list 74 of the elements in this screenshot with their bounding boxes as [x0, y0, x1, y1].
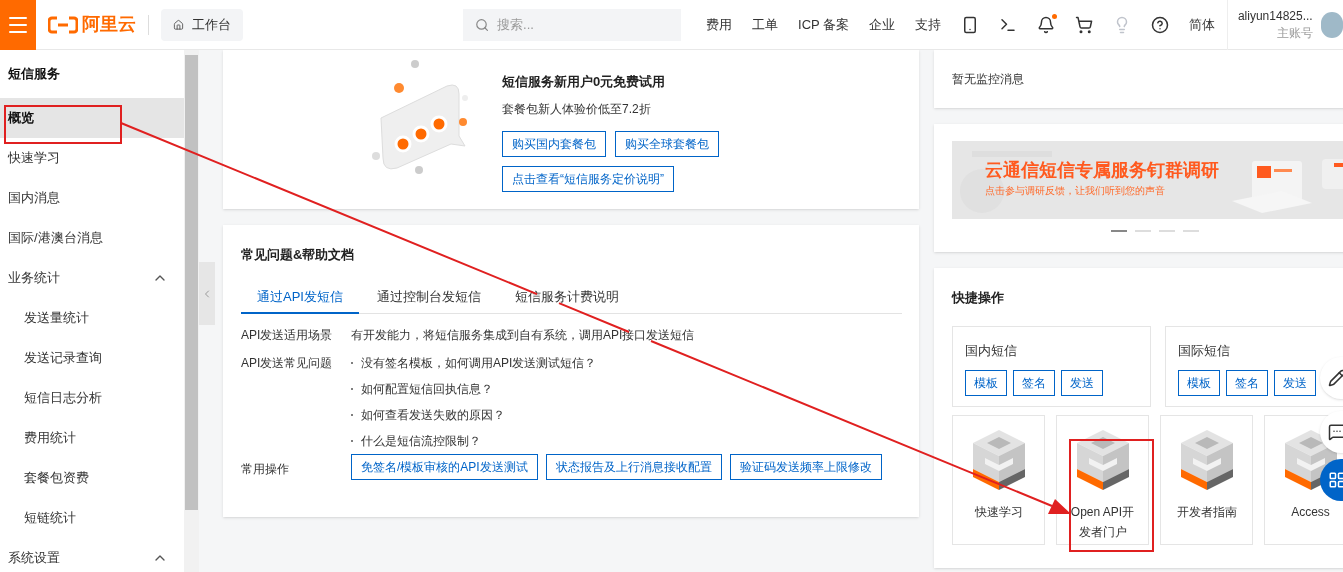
sidebar-item[interactable]: 系统设置	[0, 538, 184, 572]
avatar[interactable]	[1320, 11, 1343, 38]
workbench-button[interactable]: 工作台	[160, 8, 243, 41]
sidebar-item[interactable]: 国际/港澳台消息	[0, 218, 184, 258]
logo-icon	[48, 15, 79, 34]
logo-text: 阿里云	[82, 13, 137, 36]
banner-title: 云通信短信专属服务钉群调研	[985, 159, 1219, 181]
quick-button[interactable]: 发送	[1274, 370, 1316, 396]
search-bar[interactable]: 搜索...	[462, 8, 681, 41]
quick-title: 快捷操作	[952, 289, 1005, 307]
menu-button[interactable]	[0, 0, 37, 50]
sidebar-item[interactable]: 业务统计	[0, 258, 184, 298]
chat-icon	[1328, 423, 1343, 441]
sidebar-item[interactable]: 短链统计	[0, 498, 184, 538]
promo-title: 短信服务新用户0元免费试用	[502, 73, 667, 91]
sidebar-item[interactable]: 概览	[0, 98, 184, 138]
promo-button[interactable]: 点击查看“短信服务定价说明”	[502, 165, 674, 192]
promo-button[interactable]: 购买国内套餐包	[502, 130, 606, 157]
quick-button[interactable]: 签名	[1226, 370, 1268, 396]
search-icon	[474, 16, 490, 33]
faq-link[interactable]: 如何配置短信回执信息？	[361, 380, 493, 398]
quick-button[interactable]: 模板	[1178, 370, 1220, 396]
operation-button[interactable]: 状态报告及上行消息接收配置	[545, 454, 722, 480]
nav-link[interactable]: 企业	[869, 14, 896, 35]
row-label: API发送常见问题	[241, 355, 334, 372]
help-tab[interactable]: 通过控制台发短信	[360, 286, 497, 314]
user-name[interactable]: aliyun14825...	[1237, 7, 1313, 25]
pencil-icon	[1328, 369, 1343, 387]
sidebar-item[interactable]: 快速学习	[0, 138, 184, 178]
faq-link[interactable]: 什么是短信流控限制？	[361, 432, 481, 450]
sidebar-item[interactable]: 短信日志分析	[0, 378, 184, 418]
account-role: 主账号	[1276, 24, 1313, 42]
sidebar-item[interactable]: 发送量统计	[0, 298, 184, 338]
nav-link[interactable]: 费用	[706, 14, 732, 35]
cart-icon[interactable]	[1075, 15, 1094, 34]
monitor-message: 暂无监控消息	[952, 71, 1024, 88]
collapse-handle[interactable]	[199, 262, 215, 325]
group-title: 国际短信	[1178, 341, 1231, 360]
help-icon[interactable]	[1151, 15, 1170, 34]
group-title: 国内短信	[965, 341, 1018, 360]
quick-tile[interactable]: Open API开发者门户	[1056, 414, 1149, 545]
faq-link[interactable]: 如何查看发送失败的原因？	[361, 406, 505, 424]
sidebar-item[interactable]: 国内消息	[0, 178, 184, 218]
promo-subtitle: 套餐包新人体验价低至7.2折	[502, 100, 652, 118]
sidebar-item[interactable]: 套餐包资费	[0, 458, 184, 498]
quick-tile[interactable]: 快速学习	[952, 414, 1045, 545]
row-label: API发送适用场景	[241, 327, 334, 344]
search-field[interactable]: 搜索...	[497, 14, 669, 35]
operation-button[interactable]: 免签名/模板审核的API发送测试	[351, 454, 538, 480]
quick-button[interactable]: 模板	[965, 370, 1007, 396]
nav-link[interactable]: ICP 备案	[798, 14, 850, 35]
grid-icon	[1328, 471, 1343, 489]
promo-button[interactable]: 购买全球套餐包	[615, 130, 719, 157]
help-title: 常见问题&帮助文档	[241, 246, 356, 264]
bell-icon[interactable]	[1037, 15, 1056, 34]
help-tab[interactable]: 短信服务计费说明	[498, 286, 635, 314]
quick-button[interactable]: 签名	[1013, 370, 1055, 396]
sidebar-item[interactable]: 费用统计	[0, 418, 184, 458]
sidebar-title: 短信服务	[7, 65, 61, 84]
help-tab[interactable]: 通过API发短信	[241, 286, 359, 314]
cube-icon	[1178, 427, 1235, 492]
language-link[interactable]: 简体	[1189, 14, 1216, 35]
faq-link[interactable]: 没有签名模板，如何调用API发送测试短信？	[361, 354, 597, 372]
banner-subtitle: 点击参与调研反馈，让我们听到您的声音	[985, 184, 1166, 198]
cube-icon	[1074, 427, 1131, 492]
operation-button[interactable]: 验证码发送频率上限修改	[729, 454, 882, 480]
nav-link[interactable]: 支持	[915, 14, 942, 35]
cube-icon	[970, 427, 1027, 492]
quick-tile[interactable]: 开发者指南	[1160, 414, 1253, 545]
row-label: 常用操作	[241, 461, 290, 478]
sidebar-item[interactable]: 发送记录查询	[0, 338, 184, 378]
nav-link[interactable]: 工单	[752, 14, 778, 35]
quick-button[interactable]: 发送	[1061, 370, 1103, 396]
scrollbar[interactable]	[184, 50, 199, 572]
